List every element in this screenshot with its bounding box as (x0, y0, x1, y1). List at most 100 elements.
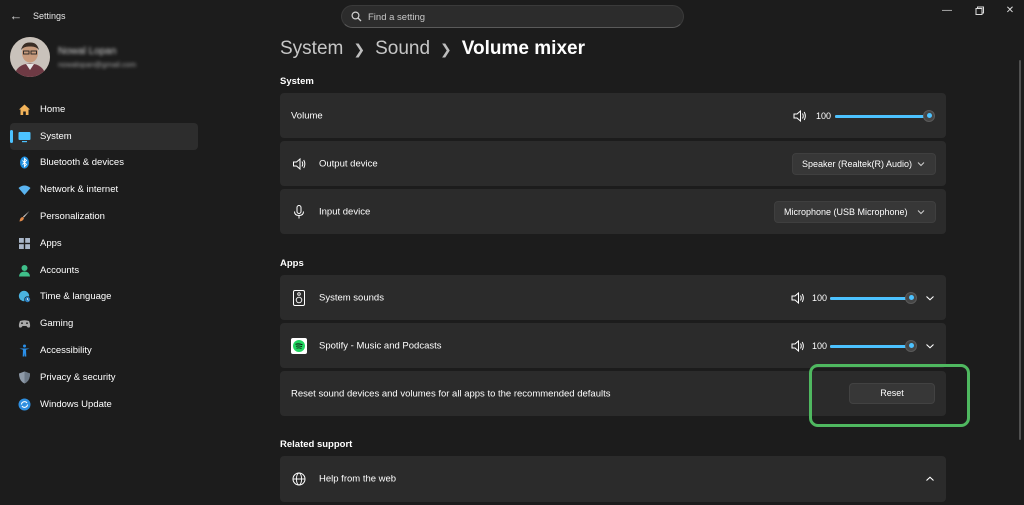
scrollbar[interactable] (1019, 60, 1021, 440)
profile-name: Nowal Lopan (58, 46, 117, 57)
sidebar-item-system[interactable]: System (10, 122, 198, 150)
input-device-value: Microphone (USB Microphone) (784, 206, 908, 217)
sidebar-item-label: Bluetooth & devices (40, 157, 124, 169)
app-volume-value: 100 (812, 340, 828, 351)
title-bar: ← Settings — ✕ (0, 0, 1024, 32)
sidebar-item-label: Gaming (40, 318, 74, 330)
breadcrumb: System ❯ Sound ❯ Volume mixer (280, 38, 585, 60)
sidebar-item-label: Accounts (40, 264, 80, 276)
monitor-icon (17, 129, 31, 143)
slider-fill (835, 114, 929, 118)
output-device-value: Speaker (Realtek(R) Audio) (802, 158, 913, 169)
sidebar-item-label: System (40, 130, 72, 142)
sidebar-item-windows-update[interactable]: Windows Update (10, 391, 198, 418)
help-from-web-label: Help from the web (319, 473, 397, 485)
app-row-spotify: Spotify - Music and Podcasts 100 (280, 323, 946, 368)
search-box[interactable] (341, 5, 684, 28)
chevron-right-icon: ❯ (353, 40, 366, 57)
highlight-annotation (809, 364, 970, 427)
sidebar-item-accessibility[interactable]: Accessibility (10, 337, 198, 364)
slider-thumb[interactable] (923, 109, 935, 122)
gamepad-icon (17, 317, 31, 331)
output-device-label: Output device (319, 158, 378, 169)
apps-icon (17, 236, 31, 250)
sidebar-nav: Home System Bluetooth & devices Network … (10, 96, 198, 418)
home-icon (17, 102, 31, 116)
back-arrow-icon[interactable]: ← (8, 8, 24, 24)
close-icon[interactable]: ✕ (998, 3, 1022, 19)
shield-icon (17, 370, 31, 384)
app-volume-value: 100 (812, 292, 828, 303)
sidebar-item-label: Personalization (40, 211, 105, 223)
app-row-system-sounds: System sounds 100 (280, 275, 946, 320)
page-title: Volume mixer (461, 38, 585, 59)
sidebar-item-privacy[interactable]: Privacy & security (10, 364, 198, 391)
maximize-icon[interactable] (968, 3, 992, 19)
globe-clock-icon (17, 290, 31, 304)
chevron-down-icon (917, 209, 925, 214)
update-icon (17, 397, 31, 411)
section-title-related-support: Related support (280, 439, 353, 450)
app-title: Settings (33, 11, 66, 21)
sidebar-item-label: Home (40, 103, 66, 115)
search-input[interactable] (368, 9, 668, 25)
chevron-right-icon: ❯ (440, 40, 452, 57)
minimize-icon[interactable]: — (935, 3, 959, 19)
help-from-web-card[interactable]: Help from the web (280, 456, 946, 502)
speaker-icon (291, 156, 307, 172)
brush-icon (17, 210, 31, 224)
speaker-volume-icon[interactable] (791, 339, 805, 352)
sidebar-item-label: Apps (40, 237, 62, 249)
sidebar-item-bluetooth[interactable]: Bluetooth & devices (10, 150, 198, 177)
sidebar-item-label: Network & internet (40, 184, 119, 196)
input-device-card: Input device Microphone (USB Microphone) (280, 189, 946, 234)
volume-card: Volume 100 (280, 93, 946, 138)
speaker-volume-icon[interactable] (793, 109, 807, 122)
breadcrumb-sound[interactable]: Sound (375, 38, 430, 60)
sidebar-item-time-language[interactable]: Time & language (10, 284, 198, 311)
system-sounds-icon (291, 289, 307, 306)
sidebar-item-label: Time & language (40, 291, 112, 303)
bluetooth-icon (17, 156, 31, 170)
wifi-icon (17, 183, 31, 197)
chevron-down-icon[interactable] (923, 339, 937, 353)
sidebar-item-home[interactable]: Home (10, 96, 198, 123)
chevron-down-icon (917, 161, 925, 166)
app-volume-slider[interactable] (830, 339, 917, 352)
volume-label: Volume (291, 110, 323, 121)
slider-thumb[interactable] (905, 291, 917, 304)
profile-email: nowalopan@gmail.com (58, 60, 137, 69)
sidebar-item-gaming[interactable]: Gaming (10, 310, 198, 337)
input-device-label: Input device (319, 206, 371, 217)
person-icon (17, 263, 31, 277)
sidebar-item-label: Privacy & security (40, 371, 116, 383)
sidebar-item-label: Accessibility (40, 345, 92, 357)
chevron-up-icon[interactable] (923, 472, 937, 486)
sidebar-item-apps[interactable]: Apps (10, 230, 198, 257)
spotify-icon (291, 337, 307, 354)
avatar[interactable] (10, 37, 50, 77)
slider-fill (830, 344, 911, 348)
chevron-down-icon[interactable] (923, 291, 937, 305)
output-device-dropdown[interactable]: Speaker (Realtek(R) Audio) (792, 152, 936, 175)
app-label: System sounds (319, 292, 384, 303)
sidebar-item-label: Windows Update (40, 398, 112, 410)
speaker-volume-icon[interactable] (791, 291, 805, 304)
volume-slider[interactable] (835, 109, 935, 122)
volume-value: 100 (816, 110, 832, 121)
sidebar-item-accounts[interactable]: Accounts (10, 257, 198, 284)
input-device-dropdown[interactable]: Microphone (USB Microphone) (774, 200, 936, 223)
microphone-icon (291, 204, 307, 220)
breadcrumb-system[interactable]: System (280, 38, 343, 60)
app-volume-slider[interactable] (830, 291, 917, 304)
reset-description: Reset sound devices and volumes for all … (291, 388, 611, 399)
app-label: Spotify - Music and Podcasts (319, 340, 442, 351)
globe-icon (291, 471, 307, 487)
sidebar-item-personalization[interactable]: Personalization (10, 203, 198, 230)
accessibility-icon (17, 344, 31, 358)
slider-thumb[interactable] (905, 339, 917, 352)
search-icon (351, 11, 362, 22)
sidebar-item-network[interactable]: Network & internet (10, 176, 198, 203)
output-device-card: Output device Speaker (Realtek(R) Audio) (280, 141, 946, 186)
slider-fill (830, 296, 911, 300)
